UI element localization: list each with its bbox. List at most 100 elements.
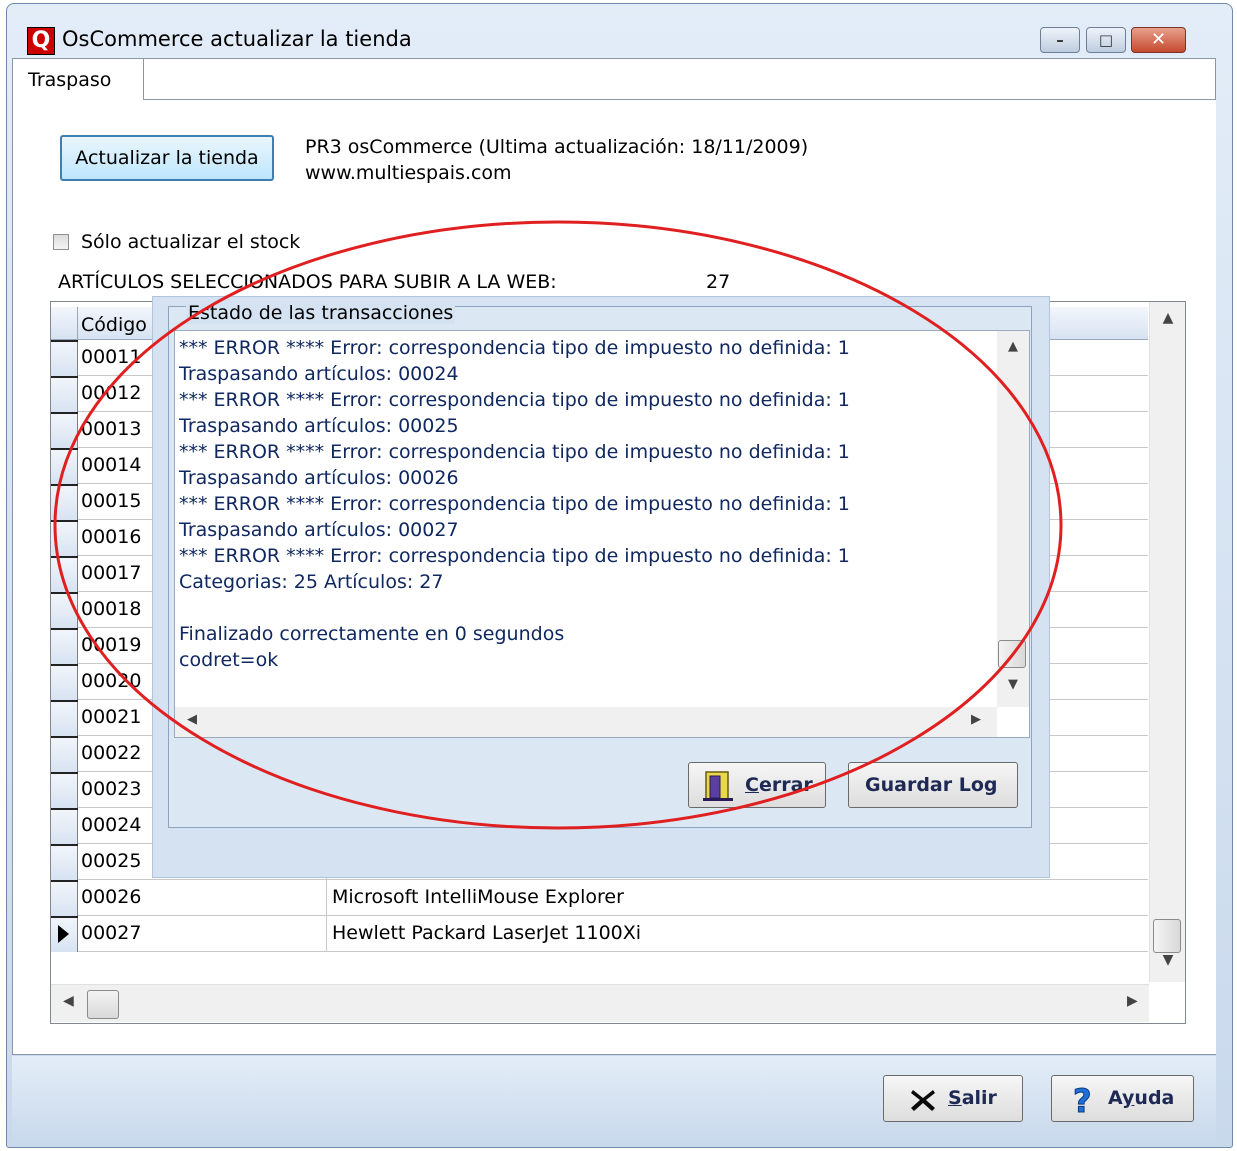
help-pre: A	[1108, 1087, 1123, 1109]
row-description: Hewlett Packard LaserJet 1100Xi	[332, 922, 642, 944]
row-code: 00011	[81, 346, 142, 368]
log-scroll-left-icon[interactable]: ◀	[187, 712, 197, 727]
scroll-down-icon[interactable]: ▼	[1150, 952, 1185, 976]
log-scroll-up-icon[interactable]: ▲	[997, 339, 1029, 354]
column-separator	[326, 880, 327, 916]
maximize-icon: □	[1098, 31, 1114, 49]
log-line: *** ERROR **** Error: correspondencia ti…	[179, 389, 850, 411]
x-icon	[911, 1090, 935, 1111]
row-indicator[interactable]	[51, 376, 78, 412]
save-log-button[interactable]: Guardar Log	[848, 762, 1018, 808]
row-indicator[interactable]	[51, 664, 78, 700]
scroll-right-icon[interactable]: ▶	[1127, 993, 1138, 1009]
row-indicator[interactable]	[51, 628, 78, 664]
log-line: Traspasando artículos: 00025	[179, 415, 459, 437]
row-indicator[interactable]	[51, 520, 78, 556]
row-code: 00020	[81, 670, 142, 692]
row-code: 00025	[81, 850, 142, 872]
row-indicator[interactable]	[51, 736, 78, 772]
row-indicator[interactable]	[51, 484, 78, 520]
row-code: 00024	[81, 814, 142, 836]
close-window-button[interactable]: ✕	[1131, 27, 1186, 53]
log-line: Traspasando artículos: 00026	[179, 467, 459, 489]
row-indicator[interactable]	[51, 772, 78, 808]
grid-vscroll-thumb[interactable]	[1153, 919, 1181, 953]
help-rest: uda	[1134, 1087, 1175, 1109]
row-indicator[interactable]	[51, 448, 78, 484]
row-indicator-line	[51, 700, 78, 702]
stock-only-checkbox[interactable]	[53, 234, 69, 250]
log-scroll-right-icon[interactable]: ▶	[971, 712, 981, 727]
row-indicator[interactable]	[51, 844, 78, 880]
row-indicator[interactable]	[51, 880, 78, 916]
tab-traspaso-label: Traspaso	[28, 69, 112, 91]
exit-accel: S	[948, 1087, 962, 1109]
row-code: 00018	[81, 598, 142, 620]
current-row-arrow-icon	[58, 925, 69, 943]
row-indicator-line	[51, 484, 78, 486]
log-vertical-scrollbar[interactable]: ▲ ▼	[997, 331, 1029, 707]
log-line: *** ERROR **** Error: correspondencia ti…	[179, 545, 850, 567]
selected-articles-count: 27	[706, 271, 731, 293]
row-code: 00014	[81, 454, 142, 476]
door-exit-icon	[703, 771, 733, 801]
update-shop-button[interactable]: Actualizar la tienda	[60, 135, 274, 181]
shop-info: PR3 osCommerce (Ultima actualización: 18…	[305, 136, 809, 158]
grid-header-code[interactable]: Código	[81, 314, 147, 336]
shop-url: www.multiespais.com	[305, 162, 512, 184]
question-mark-icon: ?	[1073, 1084, 1093, 1116]
column-separator	[326, 916, 327, 952]
row-indicator-line	[51, 808, 78, 810]
row-indicator[interactable]	[51, 412, 78, 448]
row-code: 00019	[81, 634, 142, 656]
log-line: *** ERROR **** Error: correspondencia ti…	[179, 441, 850, 463]
stock-only-label: Sólo actualizar el stock	[81, 231, 301, 253]
grid-horizontal-scrollbar[interactable]: ◀ ▶	[51, 984, 1149, 1022]
log-textarea[interactable]: *** ERROR **** Error: correspondencia ti…	[174, 330, 1030, 738]
grid-hscroll-thumb[interactable]	[87, 990, 119, 1019]
row-indicator[interactable]	[51, 700, 78, 736]
log-horizontal-scrollbar[interactable]: ◀ ▶	[175, 707, 997, 737]
selected-articles-label: ARTÍCULOS SELECCIONADOS PARA SUBIR A LA …	[58, 271, 557, 293]
scroll-up-icon[interactable]: ▲	[1150, 310, 1185, 334]
grid-vertical-scrollbar[interactable]: ▲ ▼	[1149, 302, 1185, 982]
row-indicator-line	[51, 736, 78, 738]
log-vscroll-thumb[interactable]	[998, 640, 1026, 668]
help-accel: y	[1122, 1087, 1135, 1109]
row-code: 00021	[81, 706, 142, 728]
log-line: Traspasando artículos: 00027	[179, 519, 459, 541]
maximize-button[interactable]: □	[1086, 27, 1126, 53]
row-code: 00012	[81, 382, 142, 404]
table-row[interactable]: 00027 Hewlett Packard LaserJet 1100Xi	[51, 916, 1148, 952]
row-code: 00015	[81, 490, 142, 512]
minimize-button[interactable]: –	[1040, 27, 1080, 53]
row-indicator[interactable]	[51, 592, 78, 628]
row-indicator[interactable]	[51, 808, 78, 844]
log-scroll-down-icon[interactable]: ▼	[997, 677, 1029, 692]
log-line: *** ERROR **** Error: correspondencia ti…	[179, 337, 850, 359]
row-code: 00017	[81, 562, 142, 584]
window-title: OsCommerce actualizar la tienda	[62, 27, 412, 51]
row-indicator-line	[51, 844, 78, 846]
app-icon-letter: Q	[31, 28, 51, 53]
row-indicator[interactable]	[51, 340, 78, 376]
dialog-title: Estado de las transacciones	[186, 302, 456, 324]
row-code: 00026	[81, 886, 142, 908]
row-indicator-line	[51, 664, 78, 666]
help-button[interactable]: ? Ayuda	[1051, 1075, 1194, 1122]
row-code: 00023	[81, 778, 142, 800]
minimize-icon: –	[1056, 31, 1064, 49]
scroll-left-icon[interactable]: ◀	[63, 993, 74, 1009]
exit-button[interactable]: Salir	[883, 1075, 1023, 1122]
table-row[interactable]: 00026 Microsoft IntelliMouse Explorer	[51, 880, 1148, 916]
log-line: Categorias: 25 Artículos: 27	[179, 571, 444, 593]
row-indicator-line	[51, 916, 78, 918]
close-dialog-button[interactable]: Cerrar	[688, 762, 826, 808]
close-rest: errar	[758, 774, 813, 796]
row-code: 00013	[81, 418, 142, 440]
row-indicator[interactable]	[51, 556, 78, 592]
row-indicator-line	[51, 448, 78, 450]
row-indicator-line	[51, 520, 78, 522]
row-code: 00016	[81, 526, 142, 548]
row-indicator[interactable]	[51, 916, 78, 952]
